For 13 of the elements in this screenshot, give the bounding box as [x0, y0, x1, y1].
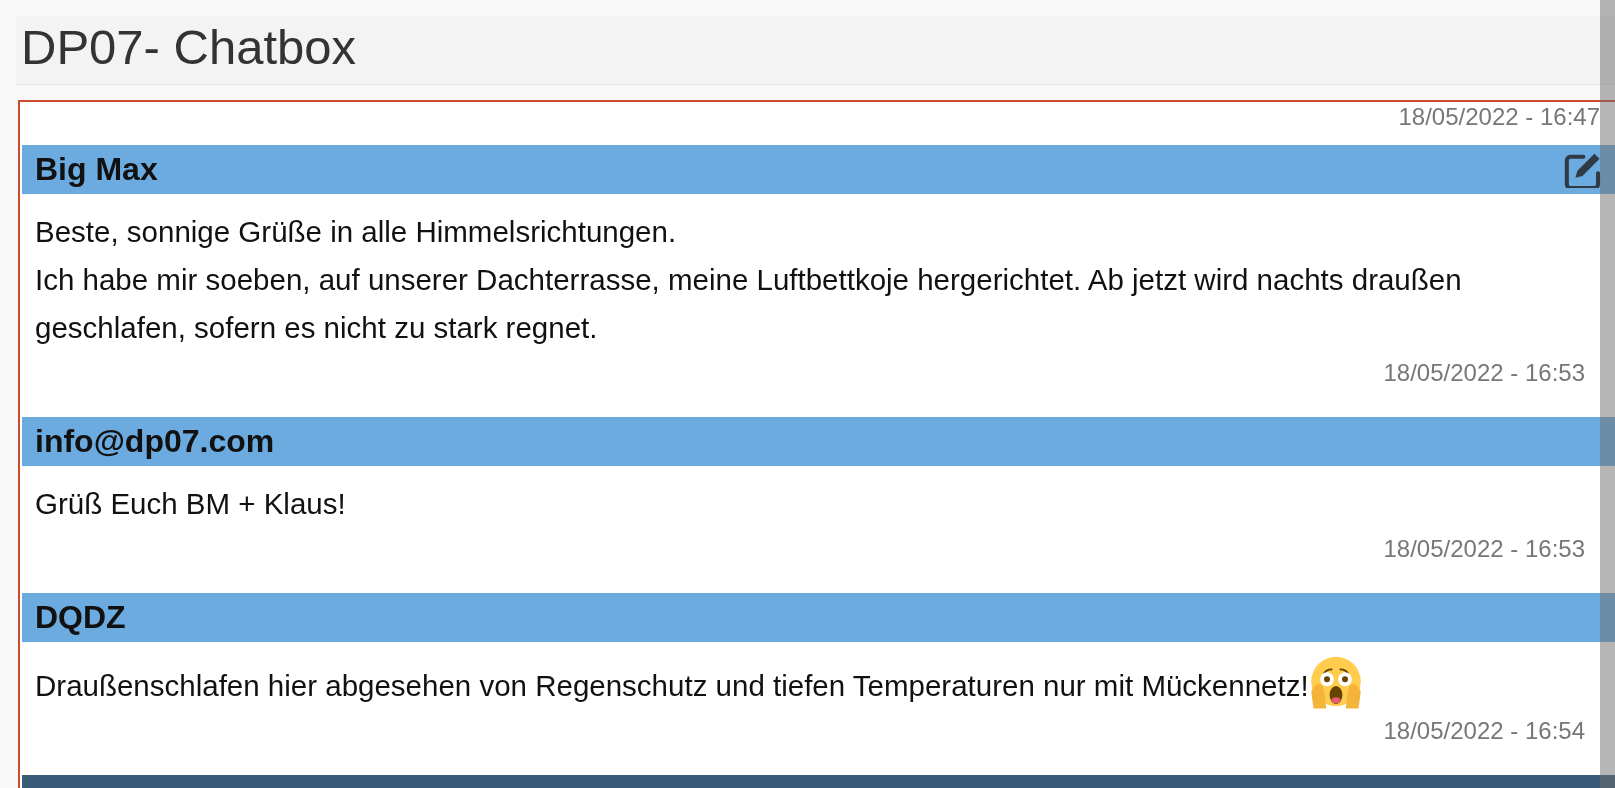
edit-icon[interactable]: [1564, 151, 1602, 188]
timestamp: 18/05/2022 - 16:53: [1383, 358, 1585, 388]
timestamp: 18/05/2022 - 16:53: [1383, 534, 1585, 564]
page-title: DP07- Chatbox: [21, 19, 356, 76]
author-name: Big Max: [35, 151, 158, 188]
author-name: DQDZ: [35, 599, 126, 636]
timestamp: 18/05/2022 - 16:47: [1398, 102, 1600, 132]
scrollbar[interactable]: [1600, 0, 1615, 788]
message-text: Draußenschlafen hier abgesehen von Regenschutz und tiefen Temperaturen nur mit Mückennetz!: [35, 669, 1309, 702]
message-text: Beste, sonnige Grüße in alle Himmelsrichtungen. Ich habe mir soeben, auf unserer Dachterrasse, meine Luftbettkoje hergerichtet. Ab jetzt wird nachts draußen geschlafen, sofern es nicht zu stark regnet.: [35, 215, 1462, 344]
author-name: info@dp07.com: [35, 423, 275, 460]
message-text: Grüß Euch BM + Klaus!: [35, 487, 346, 520]
timestamp: 18/05/2022 - 16:54: [1383, 716, 1585, 746]
